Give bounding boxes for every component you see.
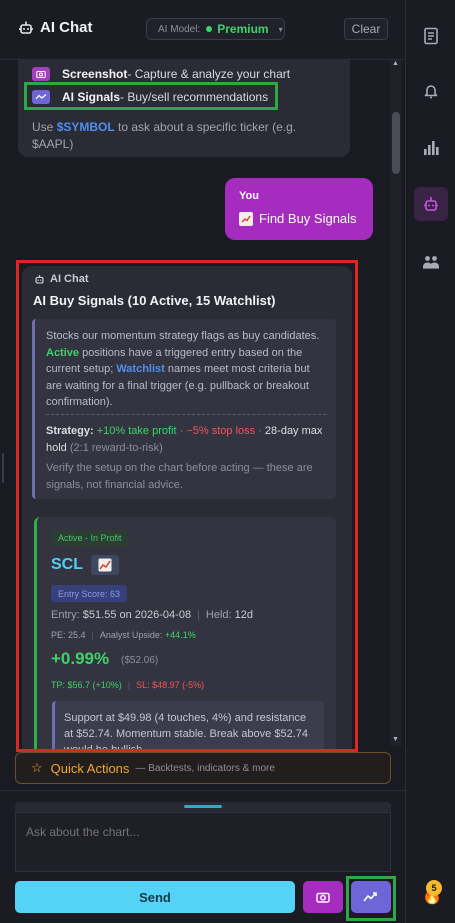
chat-input[interactable] <box>15 812 391 872</box>
open-chart-button[interactable] <box>91 555 119 575</box>
notes-icon <box>424 27 438 45</box>
chat-title: AI Chat <box>40 19 93 36</box>
stop-loss-target: SL: $48.97 (-5%) <box>136 680 205 690</box>
disclaimer: Verify the setup on the chart before act… <box>46 462 313 491</box>
command-desc: - Capture & analyze your chart <box>127 67 291 81</box>
pe-label: PE: <box>51 630 69 640</box>
separator: · <box>255 425 265 437</box>
intro-text: Stocks our momentum strategy flags as bu… <box>46 330 320 342</box>
strategy-info-box: Stocks our momentum strategy flags as bu… <box>32 319 336 499</box>
chat-messages: Screenshot - Capture & analyze your char… <box>0 60 405 750</box>
command-screenshot: Screenshot - Capture & analyze your char… <box>32 67 290 81</box>
robot-icon <box>35 274 44 284</box>
robot-icon <box>18 20 34 36</box>
camera-icon <box>32 67 50 81</box>
active-keyword: Active <box>46 346 80 359</box>
quick-actions-desc: — Backtests, indicators & more <box>135 762 275 774</box>
ai-label: AI Chat <box>34 273 89 285</box>
quick-actions-button[interactable]: ☆ Quick Actions — Backtests, indicators … <box>15 752 391 784</box>
bar-chart-icon <box>424 141 439 155</box>
upside-value: +44.1% <box>164 630 196 640</box>
highlight-box <box>346 876 396 921</box>
analytics-button[interactable] <box>414 131 448 165</box>
strategy-intro: Stocks our momentum strategy flags as bu… <box>46 328 326 411</box>
ai-message: AI Chat AI Buy Signals (10 Active, 15 Wa… <box>22 266 352 750</box>
scrollbar-thumb[interactable] <box>392 112 400 174</box>
model-value: Premium <box>217 22 269 36</box>
stop-loss: −5% stop loss <box>186 425 256 437</box>
entry-label: Entry: <box>51 609 83 621</box>
take-profit-target: TP: $56.7 (+10%) <box>51 680 122 690</box>
current-price: ($52.06) <box>121 655 159 666</box>
scroll-down-icon[interactable]: ▼ <box>392 736 399 743</box>
ai-label-text: AI Chat <box>50 273 89 285</box>
status-badge: Active - In Profit <box>51 530 129 546</box>
fundamentals: PE: 25.4 | Analyst Upside: +44.1% <box>51 630 196 640</box>
scroll-up-icon[interactable]: ▲ <box>392 60 399 67</box>
change-percent: +0.99% <box>51 649 110 668</box>
chat-header: AI Chat AI Model: Premium ▾ Clear <box>0 0 405 60</box>
divider <box>46 414 326 415</box>
reward-risk: (2:1 reward-to-risk) <box>66 441 163 454</box>
status-dot-icon <box>206 26 213 32</box>
user-message-text: Find Buy Signals <box>239 211 357 226</box>
chevron-down-icon: ▾ <box>278 24 283 34</box>
screenshot-button[interactable] <box>303 881 343 913</box>
held-label: Held: <box>205 609 235 621</box>
upside-label: Analyst Upside: <box>99 630 165 640</box>
separator: · <box>176 425 187 437</box>
resize-handle[interactable] <box>184 805 222 808</box>
highlight-box <box>24 82 278 110</box>
targets: TP: $56.7 (+10%) | SL: $48.97 (-5%) <box>51 680 204 690</box>
user-message-content: Find Buy Signals <box>259 211 357 226</box>
separator: | <box>197 609 200 621</box>
camera-icon <box>316 892 330 903</box>
send-button[interactable]: Send <box>15 881 295 913</box>
ai-chat-button[interactable] <box>414 187 448 221</box>
community-button[interactable] <box>414 245 448 279</box>
quick-actions-title: Quick Actions <box>50 760 130 776</box>
ai-chat-panel: AI Chat AI Model: Premium ▾ Clear 🔥 5 Sc… <box>0 0 455 923</box>
robot-icon <box>424 197 438 211</box>
separator: | <box>127 680 131 690</box>
entry-info: Entry: $51.55 on 2026-04-08 | Held: 12d <box>51 609 253 621</box>
watchlist-keyword: Watchlist <box>116 363 165 375</box>
bell-icon <box>424 85 438 99</box>
ticker-symbol[interactable]: SCL <box>51 556 83 574</box>
clear-button[interactable]: Clear <box>344 18 388 40</box>
user-message: You Find Buy Signals <box>225 178 373 240</box>
hint-prefix: Use <box>32 120 57 134</box>
strategy-label: Strategy: <box>46 425 94 437</box>
user-label: You <box>239 190 259 202</box>
notes-button[interactable] <box>414 19 448 53</box>
pe-value: 25.4 <box>68 630 86 640</box>
chart-emoji-icon <box>239 211 253 226</box>
alerts-button[interactable] <box>414 74 448 108</box>
model-selector[interactable]: AI Model: Premium ▾ <box>146 18 285 40</box>
chart-emoji-icon <box>98 558 112 572</box>
entry-score-badge: Entry Score: 63 <box>51 585 128 602</box>
analysis-note: Support at $49.98 (4 touches, 4%) and re… <box>52 701 324 750</box>
model-label: AI Model: <box>158 23 201 35</box>
hint-symbol: $SYMBOL <box>56 120 115 134</box>
welcome-message: Screenshot - Capture & analyze your char… <box>18 60 350 157</box>
command-name: Screenshot <box>62 67 128 81</box>
held-value: 12d <box>234 609 254 621</box>
streak-badge: 5 <box>426 880 442 896</box>
right-rail: 🔥 <box>405 0 455 923</box>
star-icon: ☆ <box>31 760 43 775</box>
symbol-hint: Use $SYMBOL to ask about a specific tick… <box>32 119 332 153</box>
people-icon <box>423 256 439 269</box>
separator: | <box>91 630 94 640</box>
ai-signals-title: AI Buy Signals (10 Active, 15 Watchlist) <box>33 293 276 308</box>
strategy-line: Strategy: +10% take profit · −5% stop lo… <box>46 423 331 456</box>
entry-value: $51.55 on 2026-04-08 <box>82 609 192 621</box>
signal-card: Active - In Profit SCL Entry Score: 63 E… <box>34 517 336 750</box>
take-profit: +10% take profit <box>96 425 177 437</box>
